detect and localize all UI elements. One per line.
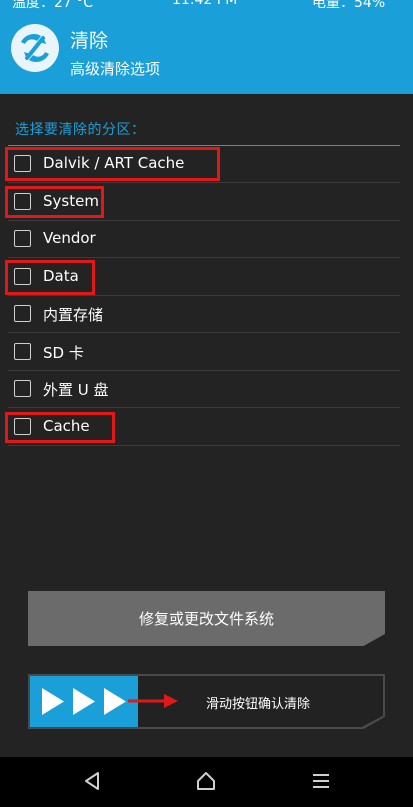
red-arrow-icon: [128, 694, 178, 708]
checkbox[interactable]: [14, 193, 31, 210]
partition-label: SD 卡: [43, 344, 84, 362]
divider: [8, 257, 400, 258]
section-title: 选择要清除的分区：: [15, 122, 146, 138]
header: 清除 高级清除选项: [0, 14, 413, 94]
divider: [8, 182, 400, 183]
partition-label: Cache: [43, 417, 90, 435]
partition-label: System: [43, 192, 99, 210]
time-text: 11:42 PM: [172, 0, 238, 8]
partition-option[interactable]: 外置 U 盘: [0, 371, 413, 408]
partition-option[interactable]: 内置存储: [0, 296, 413, 333]
checkbox[interactable]: [14, 155, 31, 172]
divider: [8, 407, 400, 408]
back-icon[interactable]: [83, 771, 101, 791]
checkbox[interactable]: [14, 418, 31, 435]
navigation-bar: [0, 757, 413, 807]
page-title: 清除: [70, 30, 109, 52]
home-icon[interactable]: [196, 771, 216, 791]
checkbox[interactable]: [14, 230, 31, 247]
twrp-logo-icon: [11, 24, 59, 72]
repair-filesystem-button[interactable]: 修复或更改文件系统: [28, 591, 385, 646]
checkbox[interactable]: [14, 380, 31, 397]
partition-label: Dalvik / ART Cache: [43, 154, 185, 172]
repair-filesystem-label: 修复或更改文件系统: [138, 610, 274, 628]
temperature-text: 温度：27 °C: [12, 0, 94, 11]
partition-option[interactable]: Data: [0, 259, 413, 296]
swipe-to-wipe-slider[interactable]: 滑动按钮确认清除: [28, 674, 385, 729]
partition-label: 内置存储: [43, 306, 104, 324]
partition-label: Vendor: [43, 229, 96, 247]
partition-label: 外置 U 盘: [43, 381, 109, 399]
partition-option[interactable]: SD 卡: [0, 334, 413, 371]
partition-option[interactable]: Vendor: [0, 221, 413, 258]
slider-handle[interactable]: [30, 676, 138, 727]
partition-label: Data: [43, 267, 79, 285]
menu-icon[interactable]: [312, 771, 330, 791]
partition-option[interactable]: Dalvik / ART Cache: [0, 146, 413, 183]
checkbox[interactable]: [14, 268, 31, 285]
page-subtitle: 高级清除选项: [70, 60, 161, 78]
partition-option[interactable]: Cache: [0, 409, 413, 446]
divider: [8, 445, 400, 446]
checkbox[interactable]: [14, 305, 31, 322]
checkbox[interactable]: [14, 343, 31, 360]
battery-text: 电量：54%: [312, 0, 386, 11]
partition-option[interactable]: System: [0, 184, 413, 221]
status-bar: 温度：27 °C 11:42 PM 电量：54%: [0, 0, 413, 14]
swipe-confirm-label: 滑动按钮确认清除: [206, 697, 311, 712]
divider: [8, 332, 400, 333]
